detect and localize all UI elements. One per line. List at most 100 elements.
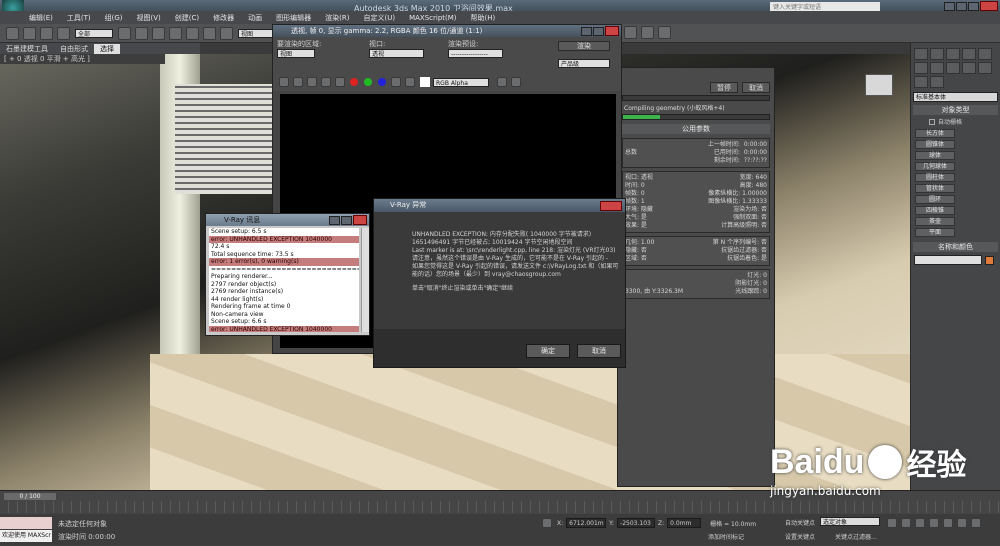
add-time-tag[interactable]: 添加时间标记 bbox=[708, 532, 744, 541]
ribbon-tab[interactable]: 选择 bbox=[94, 43, 120, 54]
select-by-name-icon[interactable] bbox=[135, 26, 148, 40]
viewcube-icon[interactable] bbox=[865, 74, 893, 96]
name-color-rollout[interactable]: 名称和颜色 bbox=[913, 242, 998, 252]
display-tab-icon[interactable] bbox=[978, 48, 992, 60]
frame-close-button[interactable] bbox=[605, 26, 619, 36]
maximize-button[interactable] bbox=[968, 1, 979, 11]
maxscript-listener[interactable] bbox=[0, 517, 52, 529]
cancel-button[interactable]: 取消 bbox=[577, 344, 621, 358]
minimize-button[interactable] bbox=[956, 1, 967, 11]
menu-item[interactable]: 图形编辑器 bbox=[269, 13, 318, 23]
spacewarps-icon[interactable] bbox=[930, 76, 944, 88]
menu-item[interactable]: 创建(C) bbox=[168, 13, 206, 23]
object-type-button[interactable]: 长方体 bbox=[915, 129, 955, 138]
z-coordinate-field[interactable]: 0.0mm bbox=[667, 518, 702, 528]
viewport-label[interactable]: [ + 0 透视 0 平滑 + 高光 ] bbox=[0, 54, 165, 64]
frame-minimize-button[interactable] bbox=[581, 26, 592, 36]
render-setup-icon[interactable] bbox=[624, 26, 637, 39]
auto-grid-checkbox[interactable] bbox=[929, 118, 935, 125]
utilities-tab-icon[interactable] bbox=[914, 62, 928, 74]
go-to-start-icon[interactable] bbox=[887, 518, 897, 528]
reference-coord-dropdown[interactable]: 视图 bbox=[238, 28, 274, 38]
product-dropdown[interactable]: 产品级 bbox=[558, 59, 610, 68]
y-coordinate-field[interactable]: -2503.103 bbox=[617, 518, 656, 528]
menu-item[interactable]: 自定义(U) bbox=[356, 13, 402, 23]
link-icon[interactable] bbox=[40, 26, 53, 40]
close-button[interactable] bbox=[980, 1, 998, 11]
object-type-button[interactable]: 管状体 bbox=[915, 184, 955, 193]
track-bar[interactable] bbox=[0, 501, 1000, 513]
menu-item[interactable]: 帮助(H) bbox=[464, 13, 503, 23]
messages-scrollbar[interactable] bbox=[361, 228, 369, 332]
lights-icon[interactable] bbox=[962, 62, 976, 74]
menu-item[interactable]: MAXScript(M) bbox=[402, 14, 463, 22]
time-slider[interactable]: 0 / 100 bbox=[4, 493, 56, 500]
menu-item[interactable]: 修改器 bbox=[206, 13, 241, 23]
x-coordinate-field[interactable]: 6712.001m bbox=[566, 518, 607, 528]
lock-selection-icon[interactable] bbox=[542, 518, 552, 528]
messages-minimize-button[interactable] bbox=[329, 215, 340, 225]
help-icon[interactable] bbox=[944, 1, 955, 11]
menu-item[interactable]: 工具(T) bbox=[60, 13, 98, 23]
frame-maximize-button[interactable] bbox=[593, 26, 604, 36]
red-channel-icon[interactable] bbox=[350, 78, 358, 86]
cameras-icon[interactable] bbox=[978, 62, 992, 74]
geometry-icon[interactable] bbox=[930, 62, 944, 74]
next-frame-icon[interactable] bbox=[929, 518, 939, 528]
menu-item[interactable]: 组(G) bbox=[98, 13, 130, 23]
common-params-header[interactable]: 公用参数 bbox=[622, 124, 770, 134]
menu-item[interactable]: 动画 bbox=[241, 13, 269, 23]
undo-icon[interactable] bbox=[6, 26, 19, 40]
set-key-button[interactable]: 设置关键点 bbox=[785, 532, 815, 541]
dialog-close-button[interactable] bbox=[600, 200, 622, 211]
object-color-swatch[interactable] bbox=[985, 255, 994, 265]
object-type-button[interactable]: 四棱锥 bbox=[915, 206, 955, 215]
swatch-icon[interactable] bbox=[420, 77, 430, 87]
create-tab-icon[interactable] bbox=[914, 48, 928, 60]
toggle-ui-icon[interactable] bbox=[511, 77, 521, 87]
play-icon[interactable] bbox=[915, 518, 925, 528]
rotate-icon[interactable] bbox=[203, 26, 216, 40]
viewport-dropdown[interactable]: 透视 bbox=[369, 49, 424, 58]
render-icon[interactable] bbox=[658, 26, 671, 39]
menu-item[interactable]: 编辑(E) bbox=[22, 13, 60, 23]
render-button[interactable]: 渲染 bbox=[558, 41, 610, 51]
ribbon-tab[interactable]: 自由形式 bbox=[54, 44, 94, 54]
cancel-render-button[interactable]: 取消 bbox=[742, 82, 770, 93]
object-type-button[interactable]: 圆锥体 bbox=[915, 140, 955, 149]
region-select-icon[interactable] bbox=[152, 26, 165, 40]
modify-tab-icon[interactable] bbox=[930, 48, 944, 60]
select-icon[interactable] bbox=[118, 26, 131, 40]
menu-item[interactable]: 视图(V) bbox=[130, 13, 168, 23]
key-filters-button[interactable]: 关键点过滤器... bbox=[835, 532, 877, 541]
area-dropdown[interactable]: 视图 bbox=[277, 49, 315, 58]
messages-log[interactable]: Scene setup: 6.5 s error: UNHANDLED EXCEP… bbox=[209, 228, 359, 332]
ok-button[interactable]: 确定 bbox=[526, 344, 570, 358]
object-type-button[interactable]: 茶壶 bbox=[915, 217, 955, 226]
preset-dropdown[interactable]: ----------------- bbox=[448, 49, 503, 58]
move-icon[interactable] bbox=[186, 26, 199, 40]
auto-key-button[interactable]: 自动关键点 bbox=[785, 518, 815, 527]
previous-frame-icon[interactable] bbox=[901, 518, 911, 528]
messages-close-button[interactable] bbox=[353, 215, 367, 225]
motion-tab-icon[interactable] bbox=[962, 48, 976, 60]
zoom-icon[interactable] bbox=[957, 518, 967, 528]
save-image-icon[interactable] bbox=[279, 77, 289, 87]
alpha-channel-icon[interactable] bbox=[391, 77, 401, 87]
key-selection-dropdown[interactable]: 选定对象 bbox=[820, 517, 880, 526]
shapes-icon[interactable] bbox=[946, 62, 960, 74]
hierarchy-tab-icon[interactable] bbox=[946, 48, 960, 60]
ribbon-tab[interactable]: 石墨建模工具 bbox=[0, 44, 54, 54]
clone-frame-icon[interactable] bbox=[307, 77, 317, 87]
object-name-field[interactable] bbox=[914, 255, 982, 265]
object-type-button[interactable]: 几何球体 bbox=[915, 162, 955, 171]
menu-item[interactable]: 渲染(R) bbox=[318, 13, 356, 23]
object-type-button[interactable]: 平面 bbox=[915, 228, 955, 237]
object-category-dropdown[interactable]: 标准基本体 bbox=[913, 92, 998, 102]
clear-image-icon[interactable] bbox=[335, 77, 345, 87]
channel-dropdown[interactable]: RGB Alpha bbox=[433, 77, 489, 87]
object-type-button[interactable]: 圆环 bbox=[915, 195, 955, 204]
pause-button[interactable]: 暂停 bbox=[710, 82, 738, 93]
selection-filter-dropdown[interactable]: 全部 bbox=[75, 28, 113, 38]
print-image-icon[interactable] bbox=[321, 77, 331, 87]
